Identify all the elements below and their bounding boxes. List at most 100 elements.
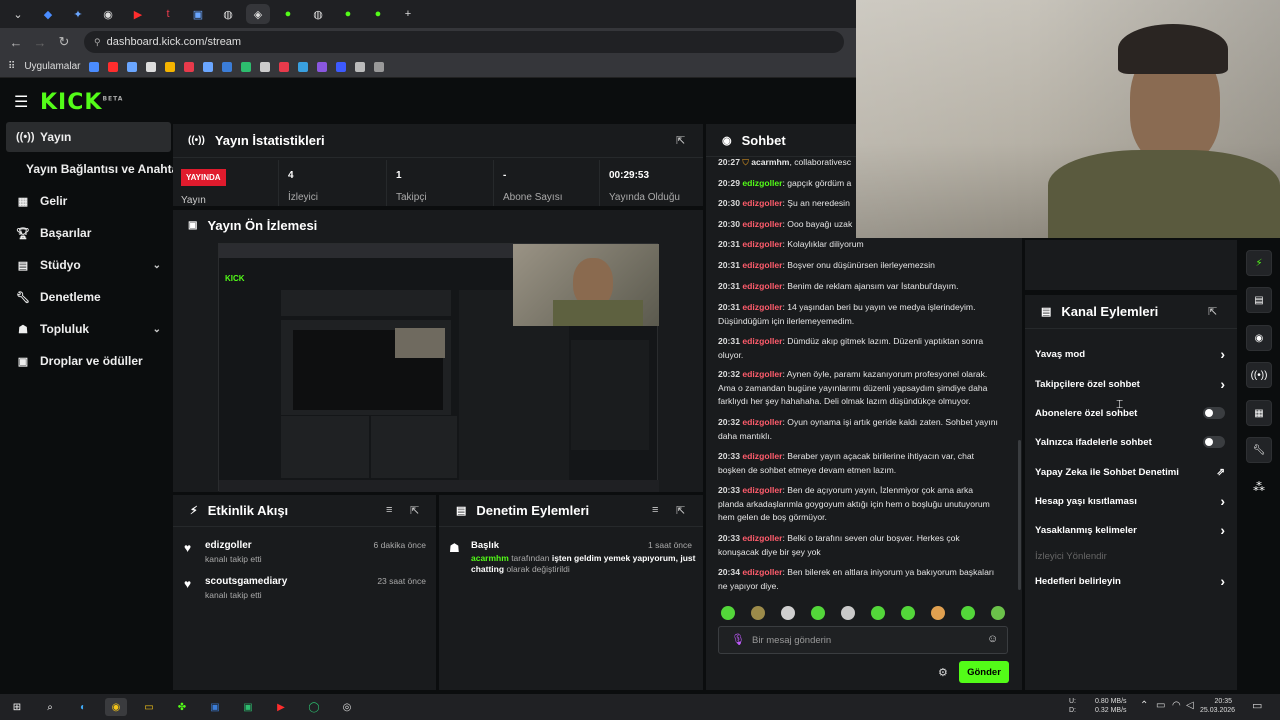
bookmark-apps-label[interactable]: Uygulamalar <box>24 61 80 72</box>
excel-icon[interactable]: ▣ <box>237 698 259 716</box>
sidebar-item-studyo[interactable]: ▤ Stüdyo ⌄ <box>6 250 171 280</box>
chat-username[interactable]: acarmhm <box>751 157 789 167</box>
sidebar-item-topluluk[interactable]: ☗ Topluluk ⌄ <box>6 314 171 344</box>
file-explorer-icon[interactable]: ▭ <box>138 698 160 716</box>
chat-username[interactable]: edizgoller <box>742 451 782 461</box>
chat-username[interactable]: edizgoller <box>742 336 782 346</box>
outlook-icon[interactable]: ▣ <box>204 698 226 716</box>
action-banned-words[interactable]: Yasaklanmış kelimeler › <box>1035 520 1225 540</box>
bookmark-icon[interactable] <box>184 61 195 72</box>
chat-username[interactable]: edizgoller <box>742 485 782 495</box>
chat-username[interactable]: edizgoller <box>742 178 782 188</box>
emote-icon[interactable] <box>931 606 945 620</box>
tab-4[interactable]: ▶ <box>126 4 150 24</box>
action-account-age[interactable]: Hesap yaşı kısıtlaması › <box>1035 491 1225 511</box>
tab-2[interactable]: ✦ <box>66 4 90 24</box>
rail-more-icon[interactable]: ⁂ <box>1253 480 1265 494</box>
bookmark-icon[interactable] <box>203 61 214 72</box>
chat-username[interactable]: edizgoller <box>742 281 782 291</box>
tray-chevron-icon[interactable]: ⌃ <box>1140 700 1148 711</box>
chat-username[interactable]: edizgoller <box>742 533 782 543</box>
sidebar-item-droplar[interactable]: ▣ Droplar ve ödüller <box>6 346 171 376</box>
bookmark-icon[interactable] <box>374 61 385 72</box>
tab-10[interactable]: ◍ <box>306 4 330 24</box>
kick-app-icon[interactable]: ✤ <box>171 698 193 716</box>
youtube-icon[interactable]: ▶ <box>270 698 292 716</box>
gear-icon[interactable]: ⚙ <box>938 666 948 679</box>
volume-icon[interactable]: ◁ <box>1186 700 1194 711</box>
chevron-down-icon[interactable]: ⌄ <box>153 260 161 271</box>
chrome-icon[interactable]: ◉ <box>105 698 127 716</box>
rail-chat-button[interactable]: ◉ <box>1246 325 1272 351</box>
new-tab-button[interactable]: + <box>396 4 420 24</box>
bookmark-icon[interactable] <box>317 61 328 72</box>
popout-icon[interactable]: ⇱ <box>676 504 685 517</box>
rail-document-button[interactable]: ▤ <box>1246 287 1272 313</box>
tab-menu-icon[interactable]: ⌄ <box>6 4 30 24</box>
back-icon[interactable]: ← <box>4 35 28 50</box>
chat-username[interactable]: edizgoller <box>742 260 782 270</box>
bookmark-icon[interactable] <box>279 61 290 72</box>
apps-icon[interactable]: ⠿ <box>8 61 15 72</box>
bookmark-icon[interactable] <box>89 61 100 72</box>
sidebar-item-stream-key[interactable]: Yayın Bağlantısı ve Anahtarı <box>6 154 186 184</box>
tab-11[interactable]: ● <box>336 4 360 24</box>
moderation-item-user[interactable]: acarmhm <box>471 553 509 563</box>
bookmark-icon[interactable] <box>298 61 309 72</box>
windows-start-icon[interactable]: ⊞ <box>6 698 28 716</box>
hamburger-menu-icon[interactable]: ☰ <box>14 92 28 112</box>
tab-6[interactable]: ▣ <box>186 4 210 24</box>
emote-icon[interactable] <box>751 606 765 620</box>
clock[interactable]: 20:35 25.03.2026 <box>1200 697 1235 715</box>
notification-icon[interactable]: ▭ <box>1252 699 1262 712</box>
chat-username[interactable]: edizgoller <box>742 198 782 208</box>
bookmark-icon[interactable] <box>260 61 271 72</box>
bookmark-icon[interactable] <box>127 61 138 72</box>
action-followers-only[interactable]: Takipçilere özel sohbet › <box>1035 374 1225 394</box>
rail-quick-actions-button[interactable]: ⚡︎ <box>1246 250 1272 276</box>
tab-1[interactable]: ◆ <box>36 4 60 24</box>
action-ai-moderation[interactable]: Yapay Zeka ile Sohbet Denetimi ⇗ <box>1035 462 1225 482</box>
bookmark-icon[interactable] <box>108 61 119 72</box>
edge-icon[interactable]: ◐ <box>72 698 94 716</box>
activity-user[interactable]: edizgoller <box>205 540 252 551</box>
bookmark-icon[interactable] <box>146 61 157 72</box>
tab-3[interactable]: ◉ <box>96 4 120 24</box>
emote-icon[interactable] <box>871 606 885 620</box>
filter-icon[interactable]: ≡ <box>652 504 658 516</box>
bookmark-icon[interactable] <box>222 61 233 72</box>
chat-username[interactable]: edizgoller <box>742 567 782 577</box>
emote-icon[interactable] <box>991 606 1005 620</box>
sidebar-item-yayin[interactable]: ((•)) Yayın <box>6 122 171 152</box>
reload-icon[interactable]: ↻ <box>52 34 76 50</box>
emote-icon[interactable] <box>961 606 975 620</box>
tray-app-icon[interactable]: ▭ <box>1156 700 1165 711</box>
popout-icon[interactable]: ⇱ <box>410 504 419 517</box>
rail-panels-button[interactable]: ▦ <box>1246 400 1272 426</box>
tab-active[interactable]: ◈ <box>246 4 270 24</box>
chevron-down-icon[interactable]: ⌄ <box>153 324 161 335</box>
emote-icon[interactable] <box>781 606 795 620</box>
emote-only-toggle[interactable] <box>1203 436 1225 448</box>
bookmark-icon[interactable] <box>336 61 347 72</box>
emote-icon[interactable] <box>811 606 825 620</box>
wifi-icon[interactable]: ◠ <box>1172 700 1181 711</box>
microphone-icon[interactable]: 🎙︎ <box>731 633 745 646</box>
emote-icon[interactable] <box>901 606 915 620</box>
rail-wrench-button[interactable]: 🔧︎ <box>1246 437 1272 463</box>
sidebar-item-gelir[interactable]: ▦ Gelir <box>6 186 171 216</box>
url-field[interactable]: ⚲ dashboard.kick.com/stream <box>84 31 844 53</box>
forward-icon[interactable]: → <box>28 35 52 50</box>
tab-7[interactable]: ◍ <box>216 4 240 24</box>
chat-username[interactable]: edizgoller <box>742 417 782 427</box>
bookmark-icon[interactable] <box>241 61 252 72</box>
rail-broadcast-button[interactable]: ((•)) <box>1246 362 1272 388</box>
tab-9[interactable]: ● <box>276 4 300 24</box>
search-icon[interactable]: ⌕ <box>39 698 61 716</box>
chat-username[interactable]: edizgoller <box>742 219 782 229</box>
site-info-icon[interactable]: ⚲ <box>94 37 101 48</box>
activity-user[interactable]: scoutsgamediary <box>205 576 287 587</box>
chat-username[interactable]: edizgoller <box>742 369 782 379</box>
action-set-goals[interactable]: Hedefleri belirleyin › <box>1035 571 1225 591</box>
chat-username[interactable]: edizgoller <box>742 302 782 312</box>
